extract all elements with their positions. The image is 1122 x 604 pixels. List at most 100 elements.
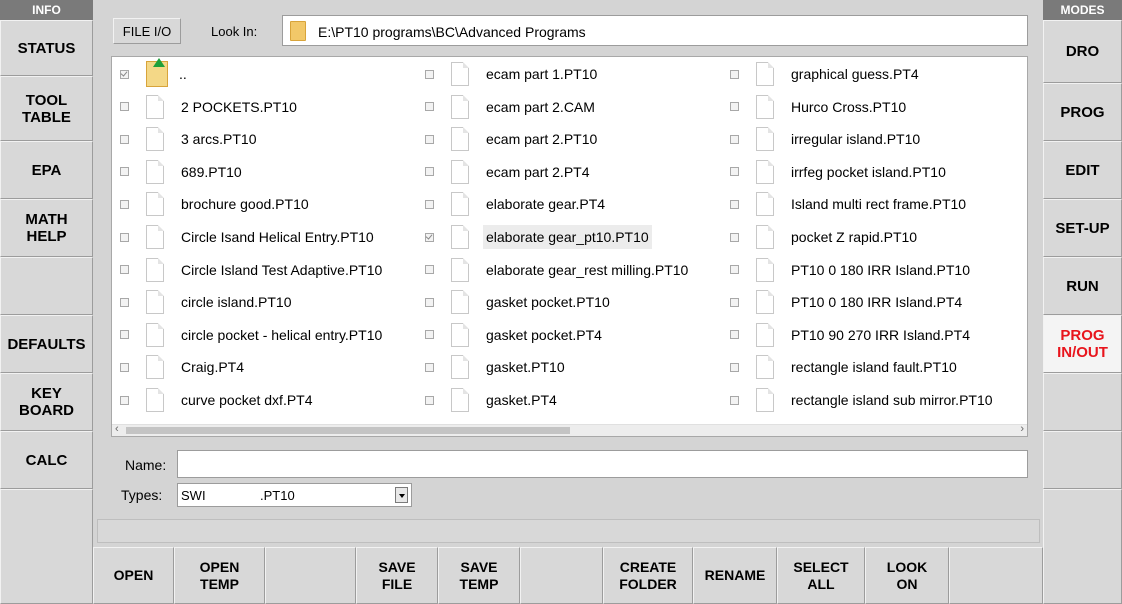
scrollbar-thumb[interactable] bbox=[126, 427, 570, 434]
action-button-blank-11[interactable] bbox=[949, 547, 1043, 604]
action-button-save-temp[interactable]: SAVE TEMP bbox=[438, 547, 520, 604]
list-item[interactable]: circle island.PT10 bbox=[120, 286, 295, 318]
list-item[interactable]: rectangle island fault.PT10 bbox=[730, 351, 960, 383]
file-name[interactable]: ecam part 2.PT10 bbox=[483, 127, 600, 151]
file-name[interactable]: Circle Island Test Adaptive.PT10 bbox=[178, 258, 385, 282]
file-name[interactable]: circle island.PT10 bbox=[178, 290, 295, 314]
list-item[interactable]: Island multi rect frame.PT10 bbox=[730, 188, 969, 220]
file-name[interactable]: Circle Isand Helical Entry.PT10 bbox=[178, 225, 377, 249]
mode-button-dro[interactable]: DRO bbox=[1043, 20, 1122, 83]
list-item[interactable]: irrfeg pocket island.PT10 bbox=[730, 156, 949, 188]
file-name[interactable]: ecam part 1.PT10 bbox=[483, 62, 600, 86]
file-name[interactable]: Hurco Cross.PT10 bbox=[788, 95, 909, 119]
info-button-epa[interactable]: EPA bbox=[0, 141, 93, 199]
file-checkbox[interactable] bbox=[730, 199, 739, 209]
info-button-blank-8[interactable] bbox=[0, 489, 93, 604]
mode-button-blank-8[interactable] bbox=[1043, 489, 1122, 604]
file-checkbox[interactable] bbox=[120, 395, 129, 405]
action-button-blank-6[interactable] bbox=[520, 547, 603, 604]
mode-button-edit[interactable]: EDIT bbox=[1043, 141, 1122, 199]
file-name[interactable]: 3 arcs.PT10 bbox=[178, 127, 259, 151]
list-item[interactable]: gasket pocket.PT4 bbox=[425, 319, 605, 351]
file-name[interactable]: elaborate gear_rest milling.PT10 bbox=[483, 258, 691, 282]
file-name[interactable]: brochure good.PT10 bbox=[178, 192, 312, 216]
file-checkbox[interactable] bbox=[425, 232, 434, 242]
file-checkbox[interactable] bbox=[730, 330, 739, 340]
file-checkbox[interactable] bbox=[425, 167, 434, 177]
list-item[interactable]: Hurco Cross.PT10 bbox=[730, 91, 909, 123]
info-button-calc[interactable]: CALC bbox=[0, 431, 93, 489]
file-name[interactable]: Island multi rect frame.PT10 bbox=[788, 192, 969, 216]
mode-button-blank-7[interactable] bbox=[1043, 431, 1122, 489]
list-item[interactable]: gasket.PT10 bbox=[425, 351, 568, 383]
file-name[interactable]: elaborate gear_pt10.PT10 bbox=[483, 225, 652, 249]
file-checkbox[interactable] bbox=[730, 265, 739, 275]
list-item[interactable]: ecam part 1.PT10 bbox=[425, 58, 600, 90]
file-checkbox[interactable] bbox=[425, 265, 434, 275]
horizontal-scrollbar[interactable]: ‹ › bbox=[112, 423, 1027, 436]
file-checkbox[interactable] bbox=[120, 297, 129, 307]
list-item[interactable]: 2 POCKETS.PT10 bbox=[120, 91, 300, 123]
list-item[interactable]: Circle Island Test Adaptive.PT10 bbox=[120, 254, 385, 286]
file-checkbox[interactable] bbox=[120, 330, 129, 340]
action-button-open[interactable]: OPEN bbox=[93, 547, 174, 604]
file-checkbox[interactable] bbox=[730, 232, 739, 242]
mode-button-run[interactable]: RUN bbox=[1043, 257, 1122, 315]
action-button-select-all[interactable]: SELECT ALL bbox=[777, 547, 865, 604]
file-name[interactable]: pocket Z rapid.PT10 bbox=[788, 225, 920, 249]
file-name[interactable]: gasket pocket.PT10 bbox=[483, 290, 613, 314]
list-item[interactable]: curve pocket dxf.PT4 bbox=[120, 384, 316, 416]
file-checkbox[interactable] bbox=[425, 134, 434, 144]
file-name[interactable]: gasket.PT10 bbox=[483, 355, 568, 379]
list-item[interactable]: irregular island.PT10 bbox=[730, 123, 923, 155]
action-button-blank-3[interactable] bbox=[265, 547, 356, 604]
file-name[interactable]: rectangle island fault.PT10 bbox=[788, 355, 960, 379]
list-item[interactable]: elaborate gear_rest milling.PT10 bbox=[425, 254, 691, 286]
list-item[interactable]: elaborate gear_pt10.PT10 bbox=[425, 221, 652, 253]
action-button-open-temp[interactable]: OPEN TEMP bbox=[174, 547, 265, 604]
file-name[interactable]: gasket pocket.PT4 bbox=[483, 323, 605, 347]
file-name[interactable]: PT10 0 180 IRR Island.PT10 bbox=[788, 258, 973, 282]
list-item[interactable]: PT10 0 180 IRR Island.PT4 bbox=[730, 286, 965, 318]
file-checkbox[interactable] bbox=[120, 69, 129, 79]
mode-button-prog[interactable]: PROG bbox=[1043, 83, 1122, 141]
scroll-right-icon[interactable]: › bbox=[1020, 423, 1024, 435]
file-name[interactable]: 2 POCKETS.PT10 bbox=[178, 95, 300, 119]
list-item[interactable]: 3 arcs.PT10 bbox=[120, 123, 259, 155]
file-name[interactable]: irrfeg pocket island.PT10 bbox=[788, 160, 949, 184]
file-name[interactable]: circle pocket - helical entry.PT10 bbox=[178, 323, 385, 347]
file-checkbox[interactable] bbox=[730, 362, 739, 372]
file-checkbox[interactable] bbox=[120, 102, 129, 112]
list-item[interactable]: brochure good.PT10 bbox=[120, 188, 312, 220]
mode-button-set-up[interactable]: SET-UP bbox=[1043, 199, 1122, 257]
file-checkbox[interactable] bbox=[730, 395, 739, 405]
action-button-create-folder[interactable]: CREATE FOLDER bbox=[603, 547, 693, 604]
file-name[interactable]: ecam part 2.CAM bbox=[483, 95, 598, 119]
file-name[interactable]: PT10 90 270 IRR Island.PT4 bbox=[788, 323, 973, 347]
file-checkbox[interactable] bbox=[120, 199, 129, 209]
file-checkbox[interactable] bbox=[730, 297, 739, 307]
info-button-tool-table[interactable]: TOOL TABLE bbox=[0, 76, 93, 141]
info-button-defaults[interactable]: DEFAULTS bbox=[0, 315, 93, 373]
info-button-math-help[interactable]: MATH HELP bbox=[0, 199, 93, 257]
list-item[interactable]: rectangle island sub mirror.PT10 bbox=[730, 384, 996, 416]
mode-button-prog-in-out[interactable]: PROG IN/OUT bbox=[1043, 315, 1122, 373]
list-item[interactable]: circle pocket - helical entry.PT10 bbox=[120, 319, 385, 351]
list-item[interactable]: PT10 0 180 IRR Island.PT10 bbox=[730, 254, 973, 286]
file-checkbox[interactable] bbox=[425, 297, 434, 307]
file-checkbox[interactable] bbox=[120, 167, 129, 177]
list-item[interactable]: elaborate gear.PT4 bbox=[425, 188, 608, 220]
file-checkbox[interactable] bbox=[730, 69, 739, 79]
list-item[interactable]: ecam part 2.PT10 bbox=[425, 123, 600, 155]
file-name[interactable]: Craig.PT4 bbox=[178, 355, 247, 379]
file-checkbox[interactable] bbox=[120, 134, 129, 144]
action-button-look-on[interactable]: LOOK ON bbox=[865, 547, 949, 604]
file-checkbox[interactable] bbox=[425, 395, 434, 405]
list-item[interactable]: graphical guess.PT4 bbox=[730, 58, 922, 90]
file-checkbox[interactable] bbox=[425, 330, 434, 340]
name-input[interactable] bbox=[177, 450, 1028, 478]
file-checkbox[interactable] bbox=[425, 102, 434, 112]
list-item[interactable]: Craig.PT4 bbox=[120, 351, 247, 383]
file-checkbox[interactable] bbox=[120, 265, 129, 275]
info-button-status[interactable]: STATUS bbox=[0, 20, 93, 76]
